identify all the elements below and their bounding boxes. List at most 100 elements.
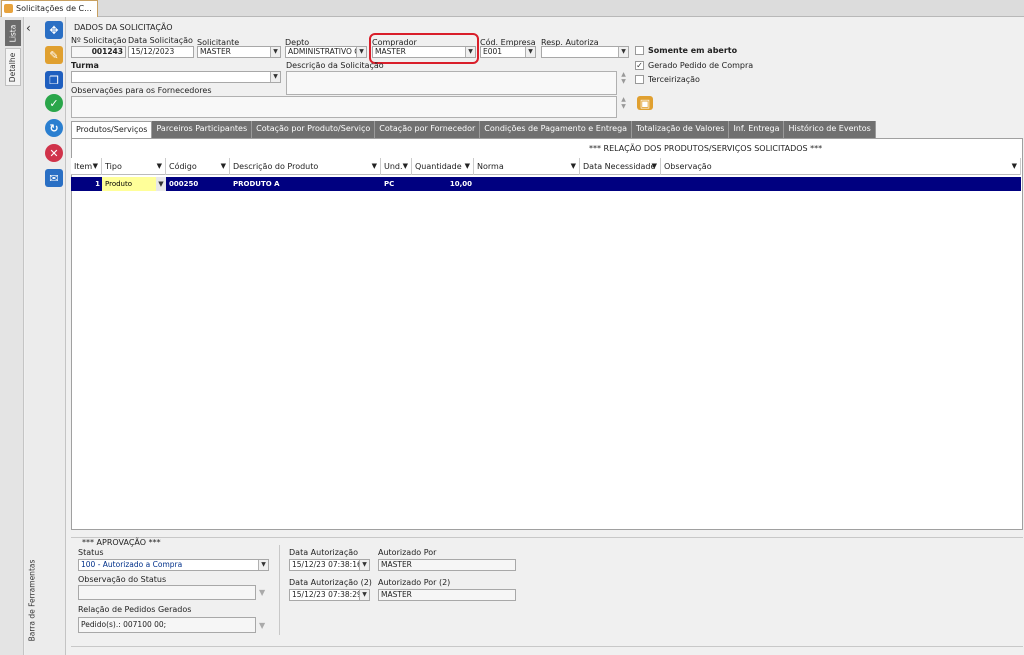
chevron-down-icon[interactable]: ▼ — [1012, 158, 1017, 175]
chk-gerado-label: Gerado Pedido de Compra — [648, 61, 754, 70]
tab-bar: Produtos/Serviços Parceiros Participante… — [71, 121, 876, 138]
chevron-down-icon[interactable]: ▼ — [221, 158, 226, 175]
chk-gerado[interactable]: ✓ — [635, 61, 644, 70]
tab-historico[interactable]: Histórico de Eventos — [784, 121, 876, 138]
tab-parceiros[interactable]: Parceiros Participantes — [152, 121, 253, 138]
mail-icon[interactable]: ✉ — [45, 169, 63, 187]
chk-aberto-label: Somente em aberto — [648, 46, 738, 55]
col-item-label: Item — [74, 162, 93, 171]
tab-entrega[interactable]: Inf. Entrega — [729, 121, 785, 138]
edit-icon[interactable]: ✎ — [45, 46, 63, 64]
chevron-down-icon[interactable]: ▼ — [525, 47, 535, 57]
col-quantidade[interactable]: Quantidade ▼ — [412, 158, 474, 175]
chevron-down-icon[interactable]: ▼ — [652, 158, 657, 175]
chevron-down-icon[interactable]: ▼ — [571, 158, 576, 175]
refresh-icon[interactable]: ↻ — [45, 119, 63, 137]
date-field[interactable]: 15/12/2023 — [128, 46, 194, 58]
num-field[interactable]: 001243 — [71, 46, 126, 58]
status-select[interactable]: 100 - Autorizado a Compra ▼ — [78, 559, 269, 571]
chevron-down-icon[interactable]: ▼ — [270, 72, 280, 82]
data-aut-field[interactable]: 15/12/23 07:38:16 ▼ — [289, 559, 370, 571]
data-aut-value: 15/12/23 07:38:16 — [292, 560, 362, 569]
data-aut-label: Data Autorização — [289, 548, 359, 557]
pedidos-field[interactable]: Pedido(s).: 007100 00; — [78, 617, 256, 633]
empresa-value: E001 — [483, 47, 503, 56]
pedidos-label: Relação de Pedidos Gerados — [78, 605, 192, 614]
document-tab[interactable]: Solicitações de C... — [1, 0, 98, 17]
data-aut2-field[interactable]: 15/12/23 07:38:29 ▼ — [289, 589, 370, 601]
toolbar-label: Barra de Ferramentas — [22, 559, 42, 641]
toolbar-label-text: Barra de Ferramentas — [27, 559, 37, 641]
collapse-icon[interactable]: ‹ — [26, 21, 31, 35]
scroll-icon[interactable]: ▲ ▼ — [619, 71, 628, 95]
col-item[interactable]: Item ▼ — [71, 158, 102, 175]
expand-icon[interactable]: ✥ — [45, 21, 63, 39]
chk-terceirizacao[interactable] — [635, 75, 644, 84]
tab-produtos[interactable]: Produtos/Serviços — [71, 121, 153, 138]
tab-lista-label: Lista — [8, 24, 18, 42]
data-aut2-value: 15/12/23 07:38:29 — [292, 590, 362, 599]
descricao-label: Descrição da Solicitação — [286, 61, 384, 70]
descricao-textarea[interactable] — [286, 71, 617, 95]
col-tipo[interactable]: Tipo ▼ — [102, 158, 166, 175]
col-tipo-label: Tipo — [105, 162, 122, 171]
check-icon[interactable]: ✓ — [45, 94, 63, 112]
chevron-down-icon[interactable]: ▼ — [156, 177, 166, 191]
cart-icon — [4, 4, 13, 13]
chevron-down-icon[interactable]: ▼ — [93, 158, 98, 175]
chevron-down-icon[interactable]: ▼ — [372, 158, 377, 175]
chevron-down-icon[interactable]: ▼ — [259, 621, 265, 630]
col-norma[interactable]: Norma ▼ — [474, 158, 580, 175]
obs-label: Observações para os Fornecedores — [71, 86, 212, 95]
cell-item: 1 — [95, 180, 100, 188]
aut-por-label: Autorizado Por — [378, 548, 437, 557]
tab-condicoes[interactable]: Condições de Pagamento e Entrega — [480, 121, 633, 138]
col-codigo[interactable]: Código ▼ — [166, 158, 230, 175]
attach-icon[interactable]: ▣ — [637, 96, 653, 110]
top-tab-bar — [0, 0, 1024, 17]
cell-tipo[interactable]: Produto — [102, 177, 156, 191]
obs-status-field[interactable] — [78, 585, 256, 600]
side-strip — [0, 17, 24, 655]
resp-select[interactable]: ▼ — [541, 46, 629, 58]
chevron-down-icon[interactable]: ▼ — [618, 47, 628, 57]
chevron-down-icon[interactable]: ▼ — [359, 560, 369, 570]
tab-cotacao-fornecedor[interactable]: Cotação por Fornecedor — [375, 121, 481, 138]
col-observacao[interactable]: Observação ▼ — [661, 158, 1021, 175]
chevron-down-icon[interactable]: ▼ — [403, 158, 408, 175]
bottom-divider — [71, 646, 1023, 647]
obs-textarea[interactable] — [71, 96, 617, 118]
chevron-down-icon[interactable]: ▼ — [465, 158, 470, 175]
tab-cotacao-produto[interactable]: Cotação por Produto/Serviço — [252, 121, 376, 138]
chk-aberto[interactable] — [635, 46, 644, 55]
turma-label: Turma — [71, 61, 99, 70]
col-data[interactable]: Data Necessidade ▼ — [580, 158, 661, 175]
col-descricao-label: Descrição do Produto — [233, 162, 319, 171]
col-und[interactable]: Und. ▼ — [381, 158, 412, 175]
tab-detalhe-label: Detalhe — [8, 52, 18, 82]
table-row[interactable]: 1 Produto ▼ 000250 PRODUTO A PC 10,00 — [71, 177, 1021, 191]
solicitante-select[interactable]: MASTER ▼ — [197, 46, 281, 58]
tab-totalizacao[interactable]: Totalização de Valores — [632, 121, 730, 138]
depto-select[interactable]: ADMINISTRATIVO G ▼ — [285, 46, 367, 58]
tab-detalhe[interactable]: Detalhe — [5, 48, 21, 86]
tab-lista[interactable]: Lista — [5, 20, 21, 46]
cancel-icon[interactable]: ✕ — [45, 144, 63, 162]
cell-und: PC — [384, 180, 395, 188]
chevron-down-icon[interactable]: ▼ — [359, 590, 369, 600]
col-descricao[interactable]: Descrição do Produto ▼ — [230, 158, 381, 175]
chevron-down-icon[interactable]: ▼ — [258, 560, 268, 570]
chevron-down-icon[interactable]: ▼ — [157, 158, 162, 175]
approval-title: *** APROVAÇÃO *** — [82, 538, 161, 547]
col-observacao-label: Observação — [664, 162, 712, 171]
chevron-down-icon[interactable]: ▼ — [259, 588, 265, 597]
chevron-down-icon[interactable]: ▼ — [356, 47, 366, 57]
empresa-select[interactable]: E001 ▼ — [480, 46, 536, 58]
turma-select[interactable]: ▼ — [71, 71, 281, 83]
aut-por2-field: MASTER — [378, 589, 516, 601]
status-label: Status — [78, 548, 104, 557]
copy-icon[interactable]: ❐ — [45, 71, 63, 89]
scroll-icon[interactable]: ▲ ▼ — [619, 96, 628, 118]
chevron-down-icon[interactable]: ▼ — [270, 47, 280, 57]
obs-status-label: Observação do Status — [78, 575, 167, 584]
